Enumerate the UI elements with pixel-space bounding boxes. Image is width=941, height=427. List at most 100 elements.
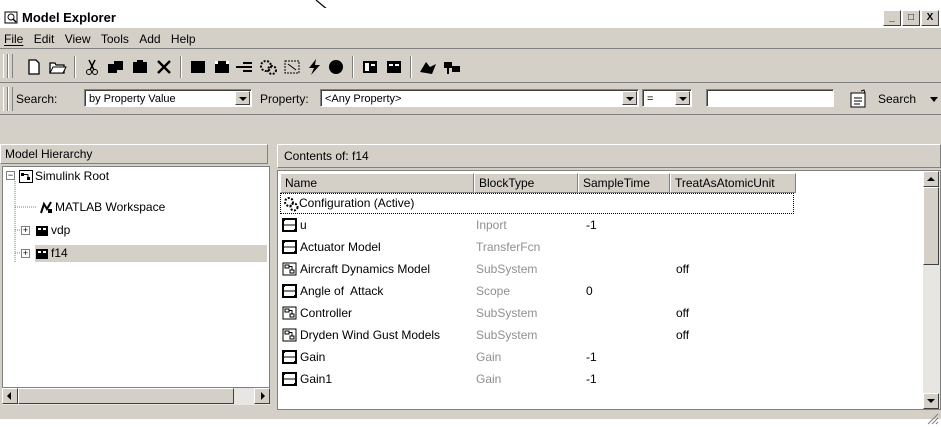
add-signal-icon[interactable]	[234, 58, 254, 76]
chevron-down-icon[interactable]	[675, 91, 690, 105]
row-blocktype: TransferFcn	[476, 240, 541, 254]
menu-file[interactable]: File	[0, 30, 26, 46]
table-row[interactable]: Gain Gain -1	[280, 346, 900, 368]
model-icon	[36, 226, 48, 237]
configuration-tool-icon[interactable]	[258, 58, 278, 76]
operator-select[interactable]: =	[642, 89, 692, 107]
column-header-name[interactable]: Name	[280, 173, 474, 193]
search-value-input[interactable]	[706, 89, 834, 107]
list-view-icon[interactable]	[360, 58, 380, 76]
row-name: Gain	[300, 350, 326, 364]
tree-node-vdp[interactable]: vdp	[35, 222, 70, 239]
search-options-icon[interactable]	[849, 89, 869, 109]
row-name: Gain1	[300, 372, 333, 386]
stateflow-icon[interactable]	[326, 58, 346, 76]
scroll-down-button[interactable]	[923, 393, 939, 409]
scroll-left-button[interactable]	[2, 388, 18, 404]
block-icon	[282, 350, 297, 364]
menu-help[interactable]: Help	[167, 30, 199, 46]
title-bar[interactable]: Model Explorer _ □ X	[0, 8, 941, 28]
toolbar-grip-2[interactable]	[8, 54, 13, 78]
row-atomic: off	[676, 262, 690, 276]
tree-node-label: f14	[51, 246, 68, 260]
block-icon	[282, 218, 297, 232]
new-icon[interactable]	[24, 58, 44, 76]
add-model-icon[interactable]	[188, 58, 208, 76]
row-atomic: off	[676, 328, 690, 342]
column-header-treatasatomicunit[interactable]: TreatAsAtomicUnit	[670, 173, 796, 193]
search-button[interactable]: Search	[878, 92, 916, 106]
event-icon[interactable]	[304, 58, 324, 76]
table-row[interactable]: Aircraft Dynamics Model SubSystem off	[280, 258, 900, 280]
chevron-down-icon[interactable]	[235, 91, 250, 105]
simulink-library-icon[interactable]	[442, 58, 462, 76]
search-bar: Search: by Property Value Property: <Any…	[0, 84, 941, 115]
close-button[interactable]: X	[921, 10, 939, 26]
block-icon	[282, 372, 297, 386]
model-hierarchy-header: Model Hierarchy	[0, 144, 268, 164]
paste-icon[interactable]	[130, 58, 150, 76]
scroll-up-button[interactable]	[923, 171, 939, 187]
search-type-select[interactable]: by Property Value	[84, 89, 252, 107]
minimize-button[interactable]: _	[883, 10, 901, 26]
tree-node-f14[interactable]: f14	[35, 245, 267, 262]
model-explorer-icon	[4, 11, 18, 24]
scroll-right-button[interactable]	[254, 388, 270, 404]
expand-icon[interactable]: +	[21, 249, 30, 258]
menu-tools[interactable]: Tools	[97, 30, 132, 46]
column-header-blocktype[interactable]: BlockType	[474, 173, 578, 193]
row-name: Aircraft Dynamics Model	[300, 262, 431, 276]
menu-add[interactable]: Add	[135, 30, 163, 46]
table-row[interactable]: Configuration (Active)	[280, 193, 794, 214]
menu-edit[interactable]: Edit	[30, 30, 58, 46]
search-dropdown-icon[interactable]	[930, 97, 938, 102]
maximize-button[interactable]: □	[902, 10, 920, 26]
dialog-view-icon[interactable]	[384, 58, 404, 76]
row-blocktype: SubSystem	[476, 328, 538, 342]
table-row[interactable]: Controller SubSystem off	[280, 302, 900, 324]
add-block-icon[interactable]	[212, 58, 232, 76]
table-row[interactable]: Gain1 Gain -1	[280, 368, 900, 390]
toolbar-separator	[352, 56, 354, 78]
property-select[interactable]: <Any Property>	[320, 89, 639, 107]
table-row[interactable]: Dryden Wind Gust Models SubSystem off	[280, 324, 900, 346]
search-label: Search:	[16, 92, 58, 106]
model-hierarchy-tree[interactable]: − Simulink Root MATLAB Workspace + vdp +…	[2, 166, 270, 388]
arrow-left-icon	[7, 392, 11, 400]
tree-node-matlab-workspace[interactable]: MATLAB Workspace	[39, 199, 165, 216]
collapse-icon[interactable]: −	[6, 171, 15, 180]
scroll-thumb[interactable]	[18, 388, 234, 404]
row-atomic: off	[676, 306, 690, 320]
toolbar	[0, 50, 941, 83]
copy-icon[interactable]	[106, 58, 126, 76]
data-object-icon[interactable]	[282, 58, 302, 76]
table-row[interactable]: Actuator Model TransferFcn	[280, 236, 900, 258]
cut-icon[interactable]	[82, 58, 102, 76]
matlab-icon[interactable]	[418, 58, 438, 76]
delete-icon[interactable]	[154, 58, 174, 76]
contents-header: Contents of: f14	[277, 144, 941, 168]
contents-vertical-scrollbar[interactable]	[923, 171, 940, 409]
row-sampletime: -1	[586, 350, 597, 364]
tree-node-simulink-root[interactable]: Simulink Root	[19, 168, 109, 185]
window-title: Model Explorer	[22, 10, 116, 25]
expand-icon[interactable]: +	[21, 226, 30, 235]
scroll-thumb[interactable]	[923, 187, 939, 265]
row-sampletime: -1	[586, 218, 597, 232]
row-blocktype: SubSystem	[476, 262, 538, 276]
menu-view[interactable]: View	[61, 30, 94, 46]
row-sampletime: -1	[586, 372, 597, 386]
table-row[interactable]: u Inport -1	[280, 214, 900, 236]
column-header-sampletime[interactable]: SampleTime	[578, 173, 670, 193]
searchbar-grip-2[interactable]	[8, 87, 13, 111]
open-icon[interactable]	[48, 58, 68, 76]
pane-splitter[interactable]	[271, 144, 276, 410]
subsystem-icon	[282, 306, 297, 320]
table-row[interactable]: Angle of Attack Scope 0	[280, 280, 900, 302]
row-name: u	[300, 218, 307, 232]
operator-value: =	[647, 93, 654, 105]
chevron-down-icon[interactable]	[622, 91, 637, 105]
arrow-right-icon	[261, 392, 265, 400]
hierarchy-horizontal-scrollbar[interactable]	[2, 388, 270, 405]
block-icon	[282, 240, 297, 254]
